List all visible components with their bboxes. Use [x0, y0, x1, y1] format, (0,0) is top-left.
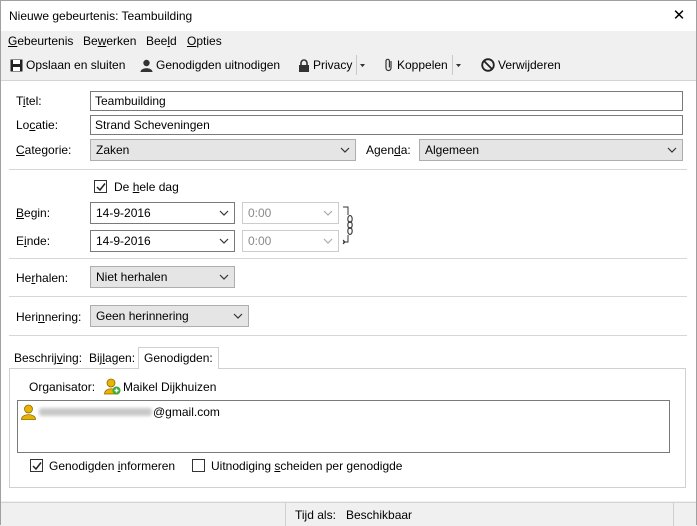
delete-button[interactable]: Verwijderen: [481, 55, 561, 75]
separator: [9, 258, 687, 259]
end-time-picker[interactable]: 0:00: [242, 230, 339, 252]
begin-label: Begin:: [16, 206, 51, 220]
location-label: Locatie:: [16, 118, 59, 132]
close-icon[interactable]: ✕: [666, 3, 692, 29]
title-input[interactable]: Teambuilding: [90, 91, 683, 111]
chevron-down-icon: [323, 210, 333, 216]
chevron-down-icon: [323, 238, 333, 244]
attendee-email: @gmail.com: [153, 405, 220, 419]
tab-attendees[interactable]: Genodigden:: [138, 347, 219, 369]
user-icon: [140, 59, 153, 72]
separator: [9, 296, 687, 297]
begin-date-picker[interactable]: 14-9-2016: [90, 202, 235, 224]
menu-beeld[interactable]: Beeld: [146, 34, 177, 48]
title-label: Titel:: [16, 94, 42, 108]
chevron-down-icon: [340, 147, 350, 153]
window-title: Nieuwe gebeurtenis: Teambuilding: [9, 9, 193, 23]
organizer-name: Maikel Dijkhuizen: [123, 380, 217, 394]
chevron-down-icon: [233, 313, 243, 319]
redacted-email-blur: [39, 408, 152, 416]
floppy-disk-icon: [10, 59, 23, 71]
dropdown-arrow-icon: [455, 63, 461, 67]
attendee-list[interactable]: @gmail.com: [17, 400, 670, 453]
tab-description[interactable]: Beschrijving:: [9, 349, 87, 368]
dropdown-arrow-icon: [360, 63, 366, 67]
organizer-label: Organisator:: [29, 380, 96, 394]
category-select[interactable]: Zaken: [90, 139, 356, 161]
category-label: Categorie:: [16, 143, 72, 157]
notify-attendees-checkbox[interactable]: [30, 459, 43, 472]
location-input[interactable]: Strand Scheveningen: [90, 115, 683, 135]
list-item[interactable]: @gmail.com: [20, 403, 669, 421]
prohibited-icon: [481, 58, 495, 72]
title-bar: Nieuwe gebeurtenis: Teambuilding ✕: [1, 1, 696, 31]
privacy-dropdown[interactable]: [356, 55, 368, 75]
reminder-label: Herinnering:: [16, 310, 82, 324]
attach-dropdown[interactable]: [451, 55, 464, 75]
checkmark-icon: [32, 462, 42, 471]
menu-gebeurtenis[interactable]: Gebeurtenis: [8, 34, 73, 48]
checkmark-icon: [96, 183, 106, 192]
menu-bewerken[interactable]: Bewerken: [83, 34, 136, 48]
event-form: Titel: Teambuilding Locatie: Strand Sche…: [1, 80, 696, 501]
status-divider: [673, 503, 674, 526]
calendar-select[interactable]: Algemeen: [419, 139, 683, 161]
end-date-picker[interactable]: 14-9-2016: [90, 230, 235, 252]
time-as-label: Tijd als:: [295, 508, 336, 522]
separator: [9, 335, 687, 336]
reminder-select[interactable]: Geen herinnering: [90, 305, 249, 327]
link-chain-icon[interactable]: [342, 205, 356, 245]
chevron-down-icon: [219, 210, 229, 216]
separate-invitation-label[interactable]: Uitnodiging scheiden per genodigde: [211, 459, 402, 473]
status-divider: [285, 503, 286, 526]
allday-label[interactable]: De hele dag: [114, 180, 179, 194]
lock-icon: [299, 58, 309, 72]
notify-attendees-label[interactable]: Genodigden informeren: [49, 459, 175, 473]
time-as-value[interactable]: Beschikbaar: [346, 508, 412, 522]
organizer-user-icon: [104, 378, 121, 395]
event-dialog: Nieuwe gebeurtenis: Teambuilding ✕ Gebeu…: [0, 0, 697, 526]
invite-attendees-button[interactable]: Genodigden uitnodigen: [140, 55, 280, 75]
chevron-down-icon: [219, 274, 229, 280]
repeat-select[interactable]: Niet herhalen: [90, 266, 235, 288]
end-label: Einde:: [16, 234, 51, 248]
begin-time-picker[interactable]: 0:00: [242, 202, 339, 224]
menu-bar: Gebeurtenis Bewerken Beeld Opties: [1, 31, 696, 51]
toolbar: Opslaan en sluiten Genodigden uitnodigen…: [1, 52, 696, 77]
status-bar: Tijd als: Beschikbaar: [1, 502, 696, 526]
repeat-label: Herhalen:: [16, 271, 69, 285]
chevron-down-icon: [667, 147, 677, 153]
separator: [9, 169, 687, 170]
calendar-label: Agenda:: [366, 143, 411, 157]
chevron-down-icon: [219, 238, 229, 244]
attach-button[interactable]: Koppelen: [384, 55, 464, 75]
tab-attachments[interactable]: Bijlagen:: [84, 349, 140, 368]
privacy-button[interactable]: Privacy: [298, 55, 368, 75]
save-close-button[interactable]: Opslaan en sluiten: [10, 55, 125, 75]
separate-invitation-checkbox[interactable]: [192, 459, 205, 472]
user-icon: [21, 404, 36, 420]
paperclip-icon: [385, 58, 392, 72]
menu-opties[interactable]: Opties: [187, 34, 222, 48]
allday-checkbox[interactable]: [94, 180, 107, 193]
